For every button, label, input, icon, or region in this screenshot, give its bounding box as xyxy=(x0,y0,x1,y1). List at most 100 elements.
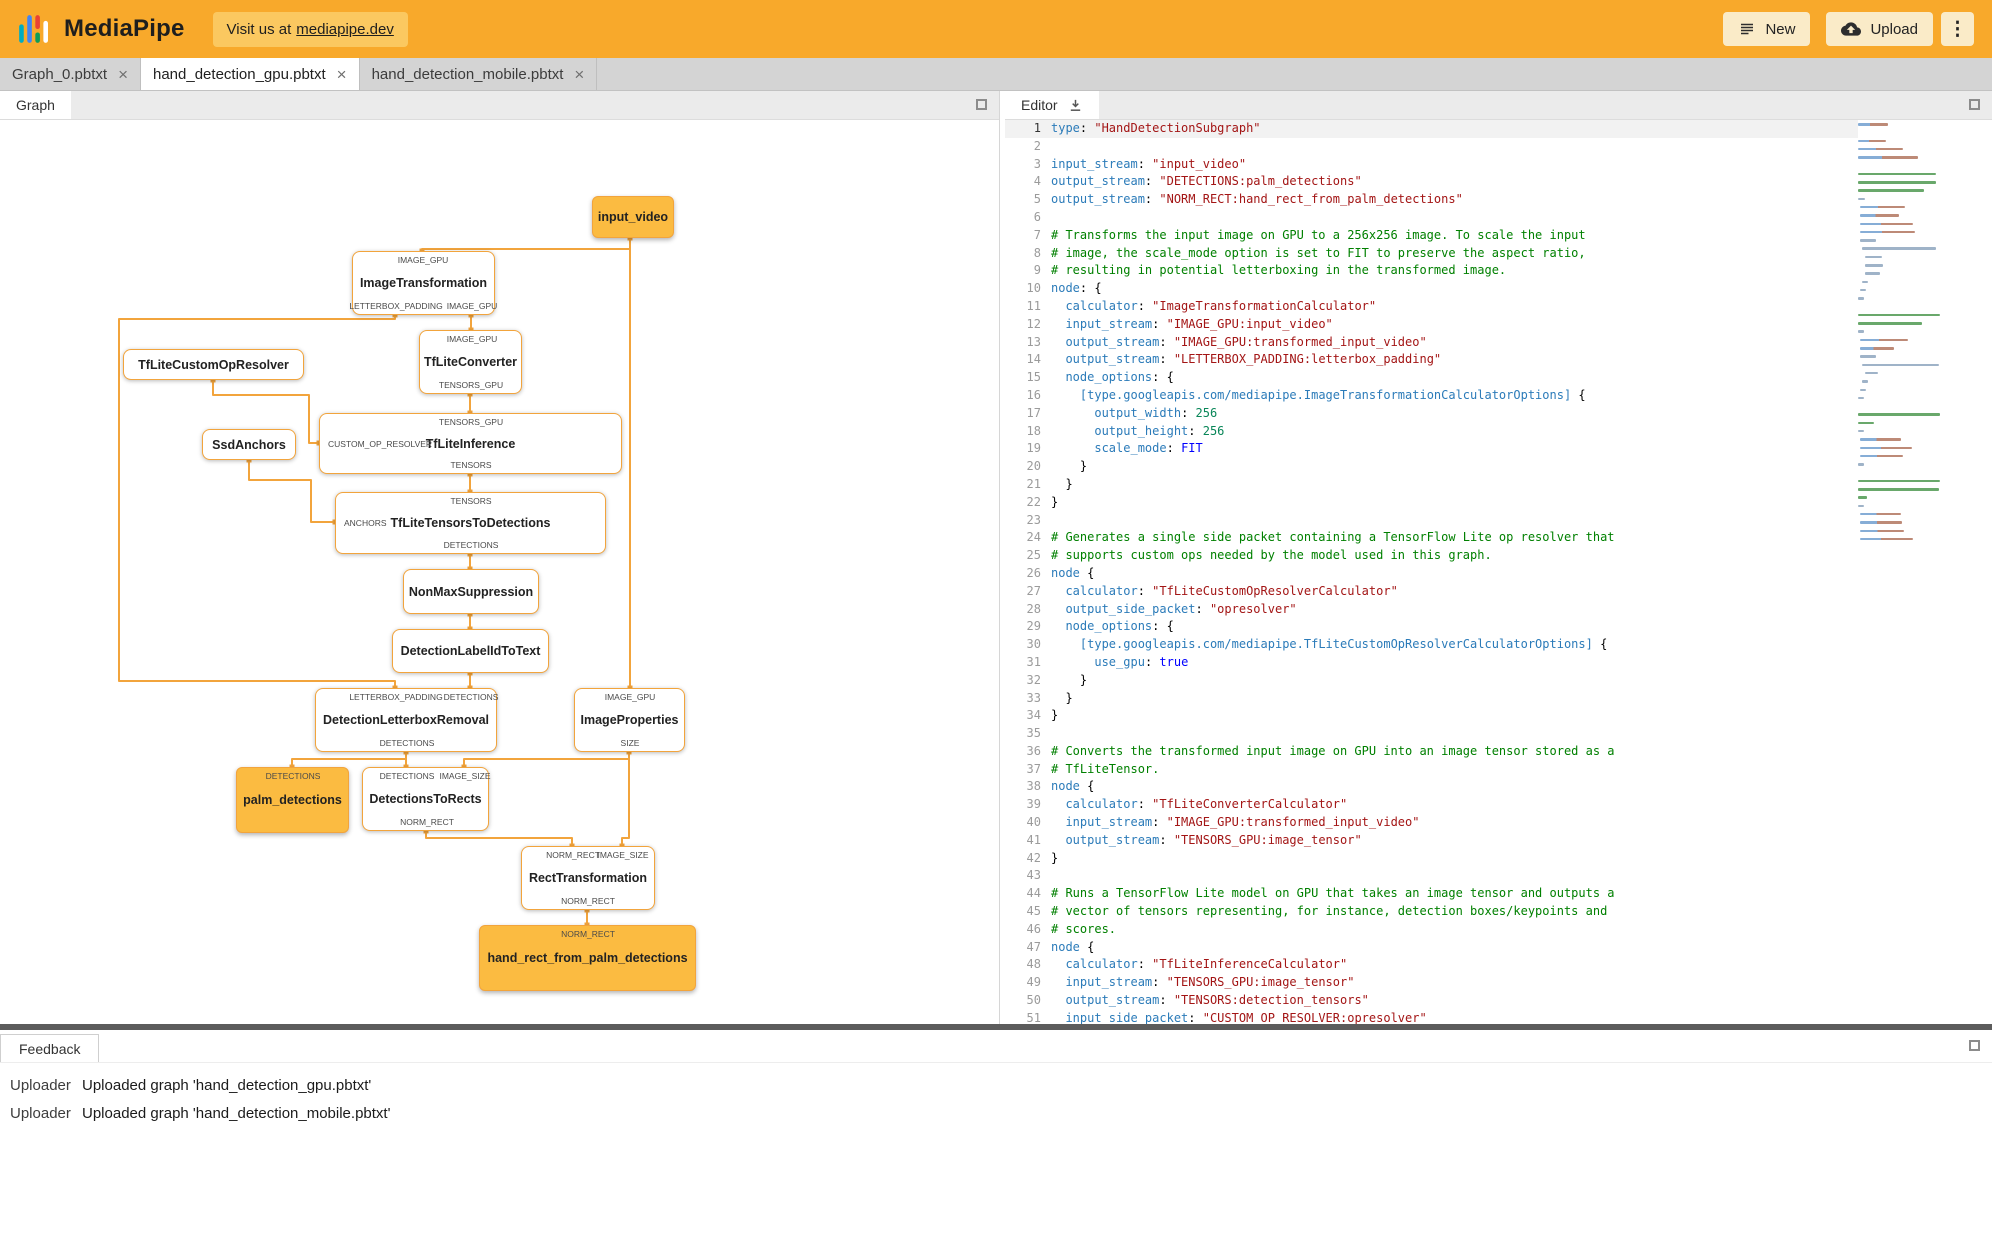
line-number: 45 xyxy=(1026,904,1041,919)
feedback-row: Uploader Uploaded graph 'hand_detection_g… xyxy=(0,1071,1992,1099)
tab-editor-label: Editor xyxy=(1021,97,1058,113)
minimap-line xyxy=(1860,537,1913,541)
feedback-message: Uploaded graph 'hand_detection_gpu.pbtxt… xyxy=(82,1076,372,1094)
code-line: } xyxy=(1051,459,1088,474)
upload-button[interactable]: Upload xyxy=(1826,12,1933,46)
code-lines: type: "HandDetectionSubgraph" input_strea… xyxy=(1051,120,1858,1024)
document-tab-Graph_0.pbtxt[interactable]: Graph_0.pbtxt × xyxy=(0,58,141,90)
line-number: 14 xyxy=(1026,352,1041,367)
line-number: 47 xyxy=(1026,939,1041,954)
graph-node-hand_rect_from_palm_detections[interactable]: hand_rect_from_palm_detections NORM_RECT xyxy=(479,925,696,991)
line-number: 1 xyxy=(1005,120,1051,138)
graph-node-ImageTransformation[interactable]: ImageTransformation IMAGE_GPU LETTERBOX_PA… xyxy=(349,251,497,315)
expand-editor-panel-icon[interactable] xyxy=(1969,99,1980,110)
expand-graph-panel-icon[interactable] xyxy=(976,99,987,110)
minimap-line xyxy=(1858,396,1864,400)
code-line: node: { xyxy=(1051,281,1102,296)
port-label-detections: DETECTIONS xyxy=(265,771,321,781)
minimap-line xyxy=(1858,463,1864,466)
graph-node-DetectionsToRects[interactable]: DetectionsToRects DETECTIONS IMAGE_SIZE NOR… xyxy=(362,767,491,831)
graph-node-SsdAnchors[interactable]: SsdAnchors xyxy=(202,429,296,460)
minimap-line xyxy=(1858,313,1940,317)
graph-edge xyxy=(291,752,407,767)
expand-feedback-panel-icon[interactable] xyxy=(1969,1040,1980,1051)
graph-node-TfLiteCustomOpResolver[interactable]: TfLiteCustomOpResolver xyxy=(123,349,304,380)
download-icon[interactable] xyxy=(1068,98,1083,113)
close-tab-icon[interactable]: × xyxy=(118,66,128,83)
code-line: # Converts the transformed input image o… xyxy=(1051,743,1615,758)
document-tab-hand_detection_gpu.pbtxt[interactable]: hand_detection_gpu.pbtxt × xyxy=(141,58,360,90)
code-line: # vector of tensors representing, for in… xyxy=(1051,904,1608,919)
graph-node-TfLiteConverter[interactable]: TfLiteConverter IMAGE_GPU TENSORS_GPU xyxy=(419,330,522,394)
new-button[interactable]: New xyxy=(1723,12,1811,46)
minimap-line xyxy=(1860,338,1909,342)
code-editor[interactable]: 1 2 3 4 5 6 7 8 9 10 11 12 13 14 15 16 17 18 19 20 21 22 23 24 2… xyxy=(1005,120,1992,1024)
graph-edge xyxy=(621,752,630,846)
tab-graph[interactable]: Graph xyxy=(0,91,71,119)
code-line: # image, the scale_mode option is set to… xyxy=(1051,245,1586,260)
app-header: MediaPipe Visit us at mediapipe.dev New … xyxy=(0,0,1992,58)
code-line: input_stream: "TENSORS_GPU:image_tensor" xyxy=(1065,975,1355,990)
line-number: 10 xyxy=(1026,281,1041,296)
visit-badge[interactable]: Visit us at mediapipe.dev xyxy=(212,11,408,47)
minimap-line xyxy=(1858,488,1939,491)
code-line: # TfLiteTensor. xyxy=(1051,761,1160,776)
line-number: 6 xyxy=(1033,209,1041,224)
close-tab-icon[interactable]: × xyxy=(337,66,347,83)
close-tab-icon[interactable]: × xyxy=(574,66,584,83)
graph-canvas[interactable]: input_video ImageTransformation IMAGE_GPU L… xyxy=(0,120,999,1024)
minimap-line xyxy=(1858,172,1936,176)
document-tab-bar: Graph_0.pbtxt × hand_detection_gpu.pbtxt × h… xyxy=(0,58,1992,91)
line-number: 2 xyxy=(1033,138,1041,153)
minimap-line xyxy=(1860,454,1904,458)
code-line: # Generates a single side packet contain… xyxy=(1051,530,1615,545)
graph-panel: Graph input_video ImageTransformation IMAG… xyxy=(0,91,1000,1024)
node-label: DetectionLetterboxRemoval xyxy=(322,713,489,727)
node-label: NonMaxSuppression xyxy=(408,584,534,599)
graph-node-RectTransformation[interactable]: RectTransformation NORM_RECT IMAGE_SIZE NOR… xyxy=(521,846,655,910)
document-tab-hand_detection_mobile.pbtxt[interactable]: hand_detection_mobile.pbtxt × xyxy=(360,58,598,90)
minimap-line xyxy=(1860,347,1894,350)
port-label-letterbox_padding: LETTERBOX_PADDING xyxy=(349,301,443,311)
line-number: 39 xyxy=(1026,797,1041,812)
graph-node-DetectionLabelIdToText[interactable]: DetectionLabelIdToText xyxy=(392,629,549,673)
minimap[interactable] xyxy=(1858,123,1946,546)
minimap-line xyxy=(1858,405,1946,408)
minimap-line xyxy=(1860,438,1902,441)
visit-link[interactable]: mediapipe.dev xyxy=(296,21,394,38)
graph-panel-header: Graph xyxy=(0,91,999,120)
graph-node-DetectionLetterboxRemoval[interactable]: DetectionLetterboxRemoval LETTERBOX_PADDI… xyxy=(315,688,498,752)
graph-node-input_video[interactable]: input_video xyxy=(592,196,674,238)
new-button-label: New xyxy=(1765,20,1796,38)
minimap-line xyxy=(1858,189,1925,192)
port-label-image_gpu: IMAGE_GPU xyxy=(397,255,449,265)
code-line: } xyxy=(1051,690,1073,705)
code-line: [type.googleapis.com/mediapipe.ImageTran… xyxy=(1079,387,1586,402)
port-label-detections: DETECTIONS xyxy=(443,540,499,550)
code-line: node { xyxy=(1051,939,1095,954)
graph-node-palm_detections[interactable]: palm_detections DETECTIONS xyxy=(236,767,349,833)
code-line: } xyxy=(1051,672,1088,687)
graph-node-NonMaxSuppression[interactable]: NonMaxSuppression xyxy=(403,569,539,614)
tab-graph-label: Graph xyxy=(16,97,55,113)
line-number: 51 xyxy=(1026,1010,1041,1024)
feedback-rows: Uploader Uploaded graph 'hand_detection_g… xyxy=(0,1063,1992,1127)
graph-node-ImageProperties[interactable]: ImageProperties IMAGE_GPU SIZE xyxy=(574,688,685,752)
feedback-message: Uploaded graph 'hand_detection_mobile.pb… xyxy=(82,1104,391,1122)
code-line: input_stream: "IMAGE_GPU:transformed_inp… xyxy=(1065,815,1420,830)
tab-editor[interactable]: Editor xyxy=(1005,91,1099,119)
more-options-button[interactable]: ⋮ xyxy=(1941,12,1974,46)
graph-node-TfLiteInference[interactable]: TfLiteInference TENSORS_GPU TENSORS CUSTOM_… xyxy=(319,413,622,474)
graph-edge xyxy=(425,831,573,846)
graph-node-TfLiteTensorsToDetections[interactable]: TfLiteTensorsToDetections TENSORS DETECTIO… xyxy=(335,492,606,554)
code-line: node_options: { xyxy=(1065,619,1174,634)
code-line: output_stream: "TENSORS:detection_tensor… xyxy=(1065,993,1369,1008)
port-label-tensors_gpu: TENSORS_GPU xyxy=(438,417,504,427)
minimap-line xyxy=(1858,496,1868,499)
port-label-tensors: TENSORS xyxy=(450,496,492,506)
tab-feedback[interactable]: Feedback xyxy=(0,1034,100,1062)
minimap-line xyxy=(1858,479,1940,483)
editor-panel-header: Editor xyxy=(1005,91,1992,120)
minimap-line xyxy=(1858,306,1946,309)
